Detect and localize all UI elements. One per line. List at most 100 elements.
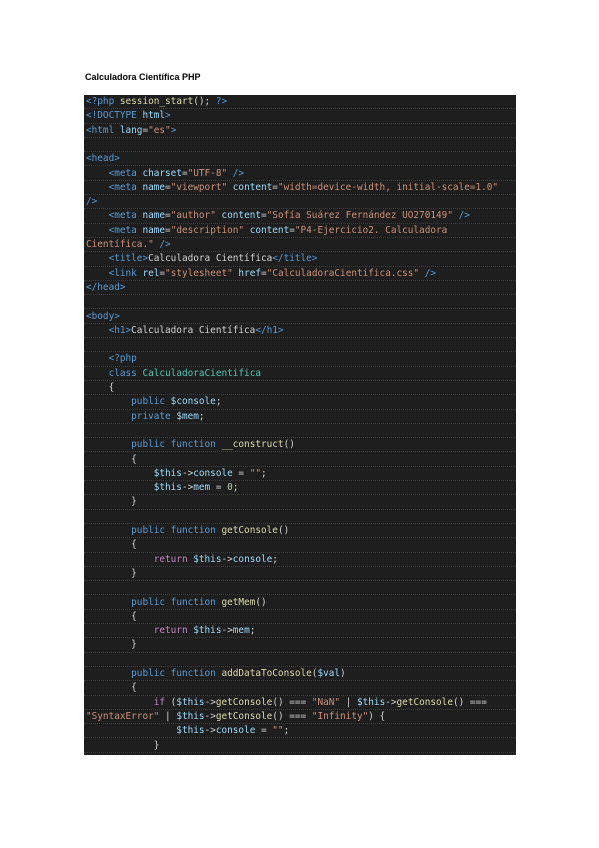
code-token: class: [86, 367, 143, 379]
code-token: public: [86, 596, 171, 608]
code-token: getMem: [221, 596, 256, 608]
code-token: "es": [148, 124, 171, 136]
code-token: content: [215, 210, 261, 222]
code-token: ;: [232, 482, 239, 494]
code-line: public function __construct(): [84, 438, 516, 453]
code-line: <head>: [84, 152, 516, 167]
code-token: "Sofía Suárez Fernández UO270149": [266, 210, 453, 222]
code-token: $this: [176, 710, 205, 722]
code-token: =: [232, 467, 250, 479]
code-token: =: [210, 482, 228, 494]
code-token: <meta: [86, 181, 143, 193]
code-token: lang: [119, 124, 143, 136]
code-token: "description": [170, 224, 245, 236]
code-token: <meta: [86, 210, 143, 222]
code-token: |: [159, 710, 177, 722]
code-line: if ($this->getConsole() === "NaN" | $thi…: [84, 696, 516, 710]
code-token: ;: [215, 396, 222, 408]
code-token: public: [86, 525, 171, 536]
code-token: "SyntaxError": [86, 710, 160, 722]
code-token: ->: [221, 553, 233, 565]
code-token: public: [86, 439, 171, 451]
code-token: "": [272, 725, 284, 737]
code-token: <meta: [86, 224, 143, 236]
code-token: $mem: [176, 410, 199, 422]
code-line: class CalculadoraCientifica: [84, 367, 516, 381]
code-token: <!DOCTYPE: [86, 110, 143, 122]
code-token: getConsole: [396, 696, 453, 708]
code-token: (): [283, 439, 295, 451]
code-token: "width=device-width, initial-scale=1.0": [277, 181, 499, 193]
code-token: {: [86, 610, 137, 622]
code-token: ;: [198, 410, 205, 422]
code-token: $this: [86, 482, 182, 494]
code-token: />: [452, 210, 470, 222]
code-line: <meta charset="UTF-8" />: [84, 167, 516, 181]
code-token: Calculadora Científica: [131, 324, 256, 336]
code-line: {: [84, 681, 516, 696]
code-line: $this->mem = 0;: [84, 481, 516, 496]
code-token: if: [86, 696, 171, 708]
code-token: />: [153, 239, 171, 250]
code-token: session_start: [119, 96, 194, 107]
code-token: name: [142, 210, 166, 222]
code-line: <title>Calculadora Científica</title>: [84, 252, 516, 267]
code-token: <?php: [86, 353, 137, 365]
code-token: ->: [204, 725, 216, 737]
code-line: "SyntaxError" | $this->getConsole() === …: [84, 710, 516, 725]
code-line: <meta name="viewport" content="width=dev…: [84, 181, 516, 196]
code-token: }: [86, 639, 137, 651]
code-line: [84, 510, 516, 524]
code-token: CalculadoraCientifica: [142, 367, 261, 379]
code-token: <body>: [86, 310, 120, 322]
code-token: $this: [193, 625, 222, 637]
code-token: () ===: [452, 696, 487, 708]
code-token: href: [232, 267, 262, 279]
code-line: private $mem;: [84, 410, 516, 424]
code-line: [84, 653, 516, 667]
code-line: }: [84, 495, 516, 510]
code-token: return: [86, 553, 194, 565]
code-token: </head>: [86, 281, 126, 293]
code-token: ->: [181, 467, 194, 479]
code-token: <link: [86, 267, 143, 279]
code-token: }: [86, 739, 160, 751]
code-token: ;: [261, 467, 267, 479]
code-token: ): [340, 668, 346, 679]
code-token: "Infinity": [311, 710, 369, 722]
code-token: function: [170, 668, 222, 679]
code-token: >: [165, 110, 171, 122]
code-token: (): [255, 596, 267, 608]
code-token: />: [86, 196, 98, 208]
code-line: <body>: [84, 310, 516, 324]
code-token: ();: [193, 96, 216, 107]
code-line: [84, 295, 516, 310]
code-token: rel: [142, 267, 160, 279]
code-token: function: [170, 596, 222, 608]
code-token: "P4-Ejercicio2. Calculadora: [294, 224, 448, 236]
code-token: "CalculadoraCientifica.css": [266, 267, 420, 279]
code-line: {: [84, 453, 516, 467]
code-token: =: [255, 725, 273, 737]
code-token: <html: [86, 124, 120, 136]
code-token: name: [142, 181, 166, 193]
code-line: {: [84, 381, 516, 396]
code-token: <meta: [86, 167, 143, 179]
code-line: return $this->mem;: [84, 624, 516, 639]
code-token: Científica.": [86, 239, 154, 250]
code-token: ->: [181, 482, 194, 494]
code-line: <?php session_start(); ?>: [84, 95, 516, 110]
code-token: {: [86, 453, 137, 465]
code-line: {: [84, 610, 516, 625]
code-token: ->: [221, 625, 233, 637]
code-line: [84, 338, 516, 353]
code-token: mem: [193, 482, 211, 494]
code-line: [84, 138, 516, 153]
code-token: "": [249, 467, 261, 479]
code-token: charset: [142, 167, 182, 179]
code-line: Científica." />: [84, 238, 516, 253]
code-token: $this: [86, 467, 182, 479]
code-token: <head>: [86, 153, 120, 165]
code-token: return: [86, 625, 194, 637]
code-snippet: <?php session_start(); ?> <!DOCTYPE html>…: [84, 95, 516, 755]
